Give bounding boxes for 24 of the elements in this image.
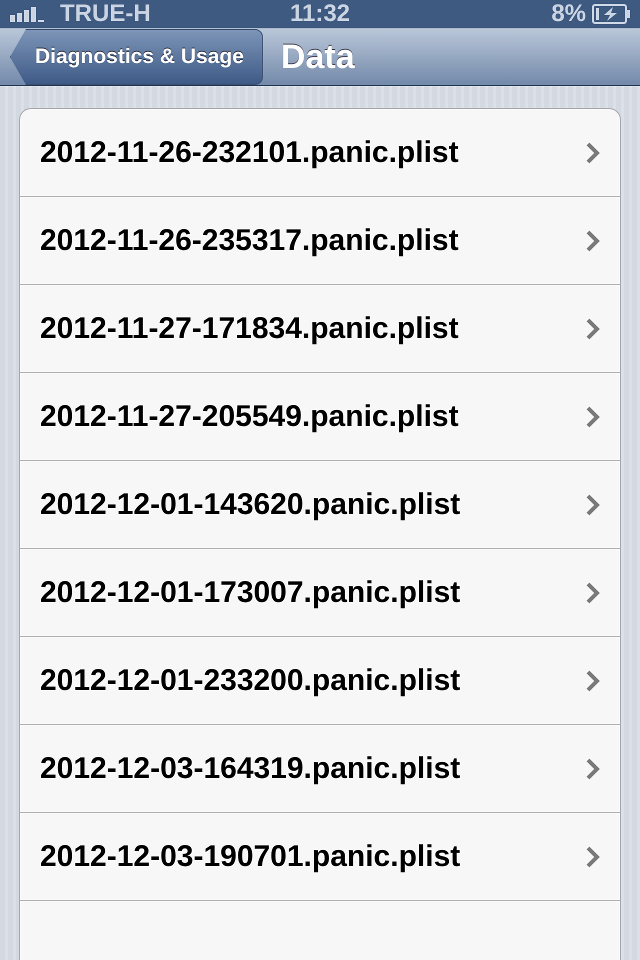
battery-percent: 8%	[551, 0, 586, 28]
chevron-icon	[586, 142, 600, 164]
chevron-icon	[586, 230, 600, 252]
chevron-icon	[586, 494, 600, 516]
chevron-icon	[586, 582, 600, 604]
file-list-item[interactable]: 2012-11-27-205549.panic.plist	[20, 373, 620, 461]
file-list-item[interactable]: 2012-12-01-173007.panic.plist	[20, 549, 620, 637]
file-list-item[interactable]: 2012-11-27-171834.panic.plist	[20, 285, 620, 373]
clock-time: 11:32	[290, 0, 350, 28]
file-list-item[interactable]: 2012-12-01-143620.panic.plist	[20, 461, 620, 549]
file-list-item[interactable]: 2012-12-01-233200.panic.plist	[20, 637, 620, 725]
chevron-icon	[586, 406, 600, 428]
file-list-item[interactable]: 2012-12-03-190701.panic.plist	[20, 813, 620, 901]
battery-charging-icon	[592, 4, 632, 24]
back-button[interactable]: Diagnostics & Usage	[10, 29, 263, 85]
carrier-name: TRUE-H	[60, 0, 151, 28]
chevron-icon	[586, 670, 600, 692]
file-list-item[interactable]: 2012-11-26-235317.panic.plist	[20, 197, 620, 285]
page-title: Data	[280, 38, 355, 76]
file-list-item[interactable]: 2012-11-26-232101.panic.plist	[20, 109, 620, 197]
file-list-item[interactable]: 2012-12-03-164319.panic.plist	[20, 725, 620, 813]
chevron-icon	[586, 846, 600, 868]
chevron-icon	[586, 758, 600, 780]
chevron-icon	[586, 318, 600, 340]
